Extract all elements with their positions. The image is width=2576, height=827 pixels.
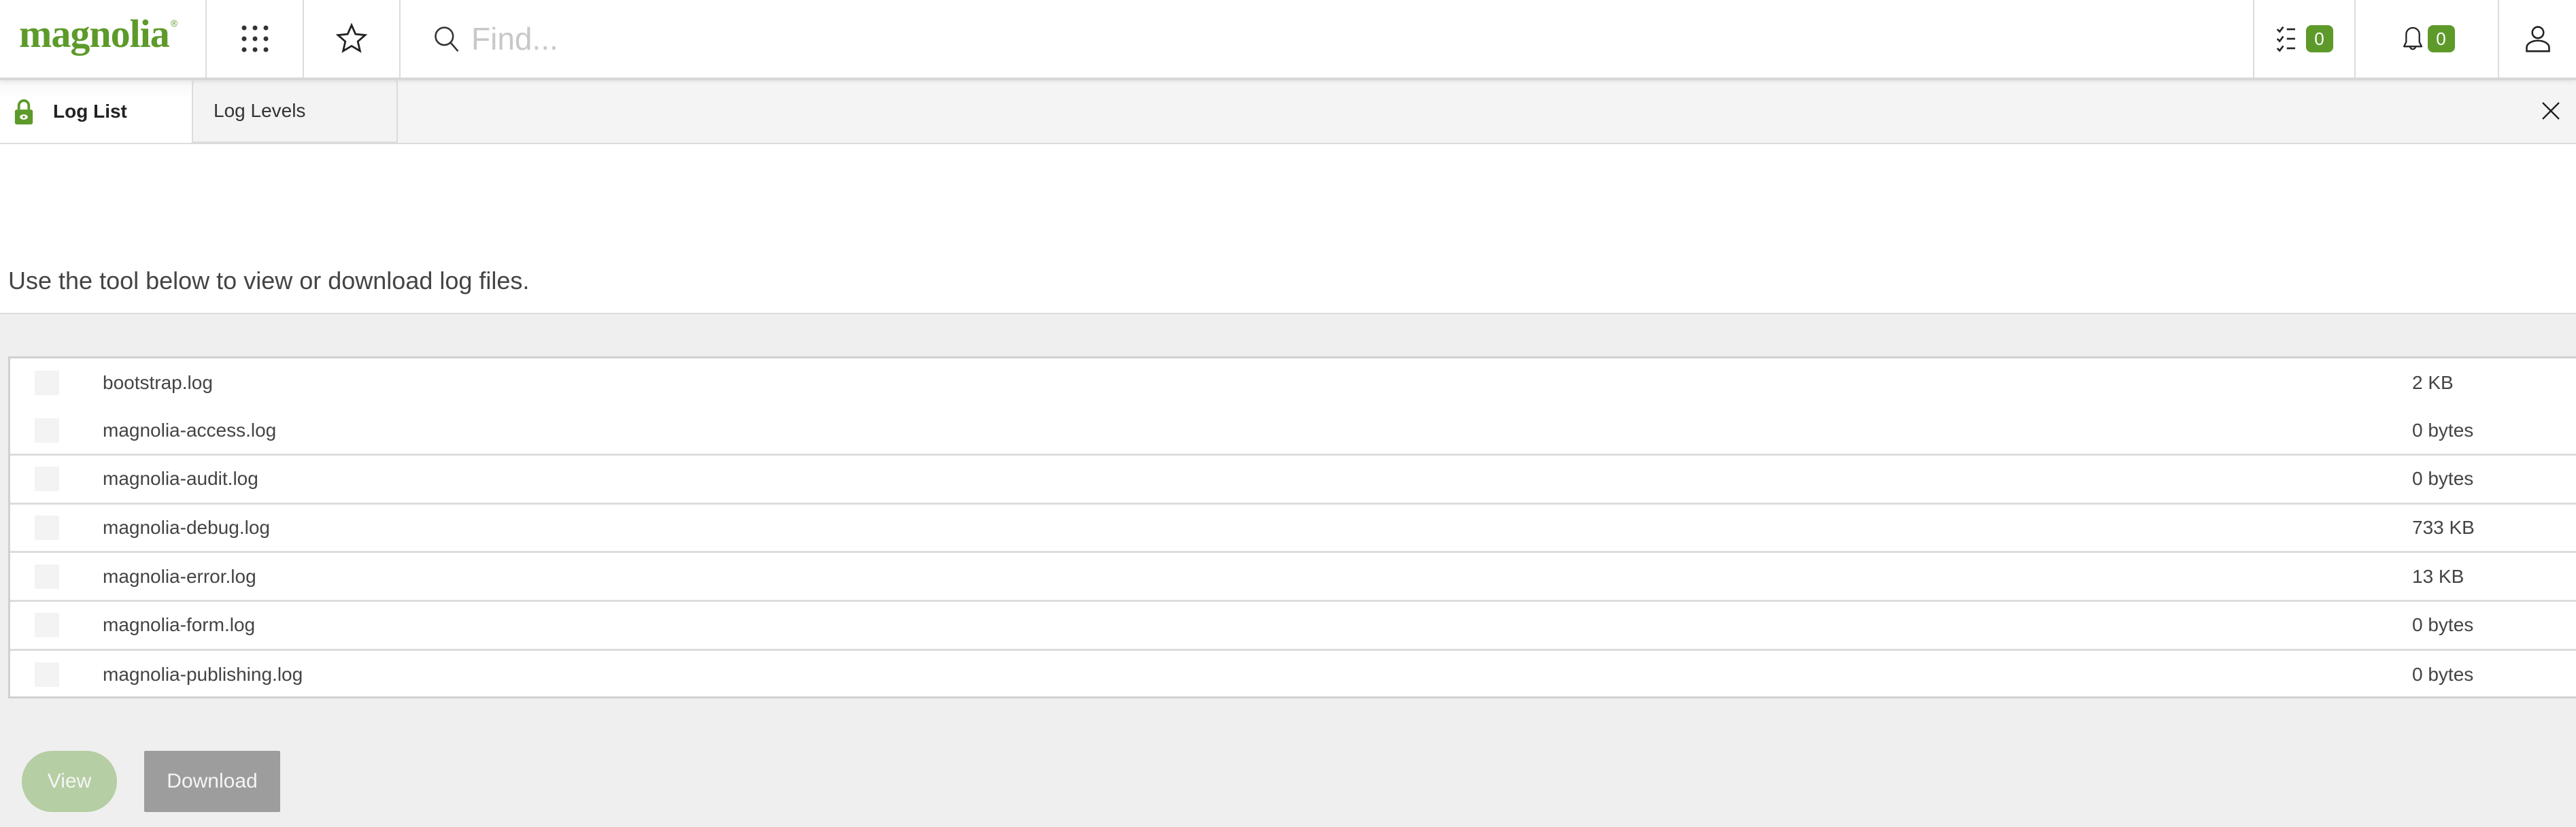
app-header: magnolia ® Find... 0 0 [0,0,2576,80]
download-button[interactable]: Download [144,751,280,812]
file-row[interactable]: magnolia-access.log 0 bytes [10,407,2576,456]
search-icon [435,27,459,52]
file-name: magnolia-access.log [103,419,277,441]
view-button[interactable]: View [22,751,117,812]
magnolia-logo[interactable]: magnolia ® [19,12,177,60]
file-size: 0 bytes [2412,419,2474,441]
file-size: 2 KB [2412,371,2454,393]
task-list-icon [2276,26,2295,52]
file-name: magnolia-debug.log [103,517,270,539]
tab-log-list[interactable]: Log List [0,80,192,143]
notifications-button[interactable]: 0 [2354,0,2498,78]
notifications-count-badge: 0 [2427,25,2455,52]
file-size: 0 bytes [2412,614,2474,636]
file-row[interactable]: magnolia-error.log 13 KB [10,553,2576,602]
intro-section: Use the tool below to view or download l… [0,144,2576,314]
file-name: magnolia-error.log [103,565,256,587]
logo-text: magnolia [19,12,170,56]
file-checkbox[interactable] [35,418,59,443]
file-row[interactable]: magnolia-audit.log 0 bytes [10,456,2576,505]
log-file-list: bootstrap.log 2 KB magnolia-access.log 0… [8,356,2576,698]
close-icon [2542,102,2560,120]
file-checkbox[interactable] [35,564,59,589]
search-area [399,0,2253,78]
close-app-button[interactable] [2535,95,2566,126]
star-icon [335,22,368,53]
file-name: magnolia-audit.log [103,468,258,490]
lock-icon [14,99,33,124]
intro-text: Use the tool below to view or download l… [8,267,530,294]
favorites-button[interactable] [303,0,399,78]
file-size: 733 KB [2412,517,2475,539]
app-launcher-button[interactable] [205,0,303,78]
file-row[interactable]: bootstrap.log 2 KB [10,358,2576,407]
file-checkbox[interactable] [35,467,59,492]
user-menu-button[interactable] [2498,0,2576,78]
file-row[interactable]: magnolia-debug.log 733 KB [10,505,2576,554]
search-input[interactable] [471,20,2171,57]
file-checkbox[interactable] [35,370,59,395]
user-icon [2525,26,2550,52]
tasks-button[interactable]: 0 [2253,0,2354,78]
file-row[interactable]: magnolia-form.log 0 bytes [10,602,2576,651]
file-size: 13 KB [2412,565,2464,587]
logo-registered-mark: ® [170,18,178,29]
grid-dots-icon [241,25,268,52]
file-checkbox[interactable] [35,516,59,541]
tab-bar: Log List Log Levels [0,80,2576,144]
file-name: magnolia-form.log [103,614,256,636]
tab-log-levels-label: Log Levels [214,100,306,121]
file-row[interactable]: magnolia-publishing.log 0 bytes [10,651,2576,700]
file-checkbox[interactable] [35,613,59,638]
bell-icon [2403,27,2422,50]
file-name: bootstrap.log [103,371,213,393]
file-size: 0 bytes [2412,468,2474,490]
file-size: 0 bytes [2412,664,2474,686]
tab-log-list-label: Log List [53,101,127,122]
file-checkbox[interactable] [35,662,59,688]
file-name: magnolia-publishing.log [103,664,303,686]
tasks-count-badge: 0 [2305,25,2333,52]
tab-log-levels[interactable]: Log Levels [192,80,398,143]
